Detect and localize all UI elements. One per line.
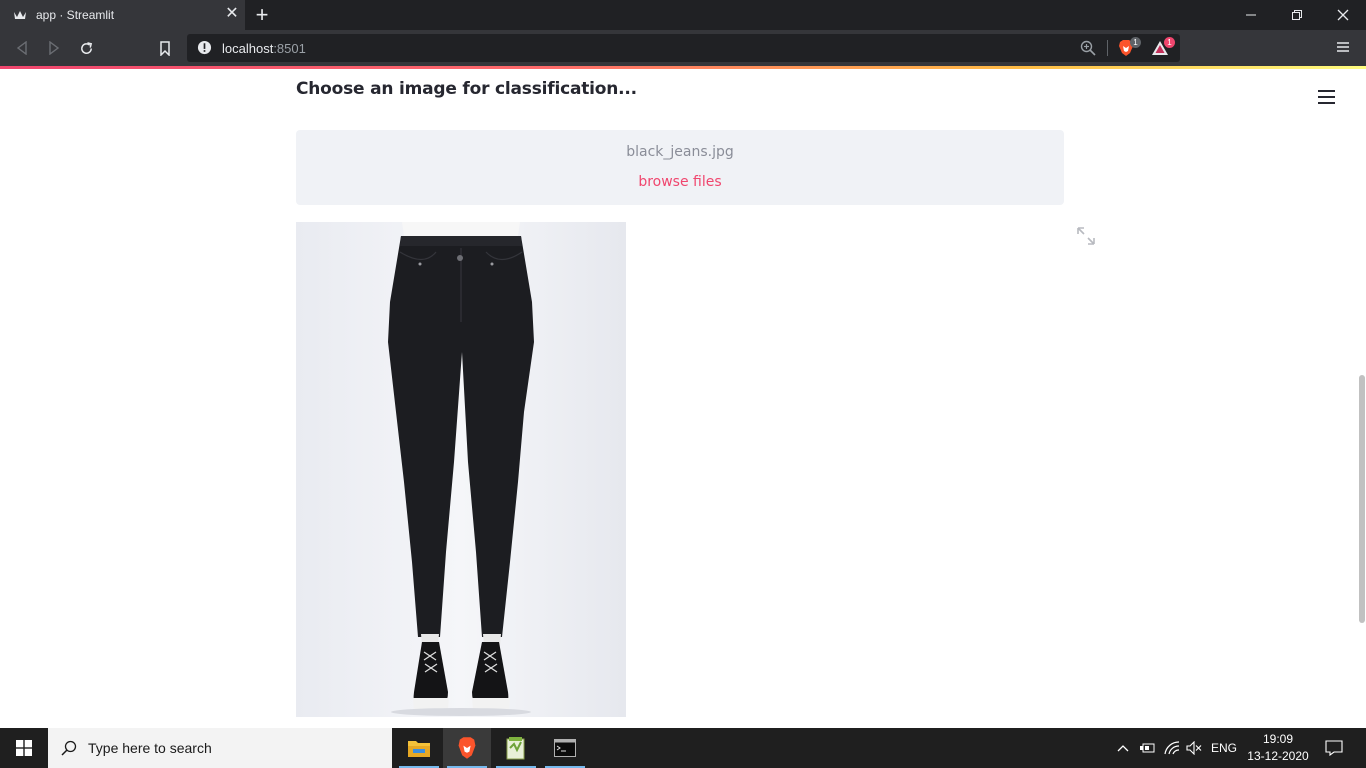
streamlit-crown-icon bbox=[14, 11, 26, 19]
page-scrollbar[interactable] bbox=[1359, 375, 1365, 623]
shields-count-badge: 1 bbox=[1130, 37, 1141, 48]
zoom-icon[interactable] bbox=[1080, 40, 1096, 56]
volume-muted-icon[interactable] bbox=[1184, 728, 1204, 768]
info-icon[interactable] bbox=[197, 40, 212, 55]
tab-title: app · Streamlit bbox=[36, 8, 115, 22]
wifi-icon[interactable] bbox=[1162, 728, 1182, 768]
file-uploader-dropzone[interactable]: black_jeans.jpg browse files bbox=[296, 130, 1064, 205]
command-prompt-icon[interactable] bbox=[541, 728, 589, 768]
clock-date: 13-12-2020 bbox=[1247, 749, 1309, 763]
address-bar[interactable] bbox=[187, 34, 1180, 62]
toolbar-divider bbox=[1107, 40, 1108, 56]
browser-menu-icon[interactable] bbox=[1336, 40, 1352, 56]
brave-shields-button[interactable]: 1 bbox=[1117, 37, 1145, 58]
windows-taskbar: Type here to search ENG 19:09 13-12-2020 bbox=[0, 728, 1366, 768]
rewards-count-badge: 1 bbox=[1164, 37, 1175, 48]
browse-files-link[interactable]: browse files bbox=[638, 174, 721, 190]
language-indicator[interactable]: ENG bbox=[1208, 728, 1240, 768]
url-text[interactable]: localhost:8501 bbox=[222, 41, 306, 56]
uploaded-image bbox=[296, 222, 626, 717]
browser-tab[interactable]: app · Streamlit ✕ bbox=[0, 0, 245, 30]
fullscreen-expand-icon[interactable] bbox=[1077, 227, 1095, 245]
minimize-icon[interactable] bbox=[1228, 0, 1274, 30]
forward-icon[interactable] bbox=[44, 38, 64, 58]
windows-start-icon[interactable] bbox=[0, 728, 48, 768]
notifications-icon[interactable] bbox=[1318, 728, 1350, 768]
uploaded-file-name: black_jeans.jpg bbox=[626, 144, 734, 160]
reload-icon[interactable] bbox=[76, 38, 96, 58]
bookmark-icon[interactable] bbox=[155, 38, 175, 58]
url-port: :8501 bbox=[273, 41, 306, 56]
close-window-icon[interactable] bbox=[1320, 0, 1366, 30]
tab-close-icon[interactable]: ✕ bbox=[224, 6, 240, 22]
url-host: localhost bbox=[222, 41, 274, 56]
search-icon bbox=[61, 740, 77, 756]
taskbar-search-box[interactable]: Type here to search bbox=[48, 728, 392, 768]
notepad-plus-plus-icon[interactable] bbox=[492, 728, 540, 768]
taskbar-clock[interactable]: 19:09 13-12-2020 bbox=[1246, 731, 1310, 765]
clock-time: 19:09 bbox=[1262, 732, 1294, 746]
page-title: Choose an image for classification... bbox=[296, 79, 637, 99]
show-hidden-icons-chevron-icon[interactable] bbox=[1113, 728, 1133, 768]
jeans-illustration bbox=[296, 222, 626, 717]
search-placeholder: Type here to search bbox=[88, 740, 212, 756]
restore-icon[interactable] bbox=[1274, 0, 1320, 30]
streamlit-page: Choose an image for classification... bl… bbox=[0, 69, 1366, 728]
brave-browser-taskbar-icon[interactable] bbox=[443, 728, 491, 768]
brave-rewards-button[interactable]: 1 bbox=[1151, 37, 1179, 58]
file-explorer-icon[interactable] bbox=[395, 728, 443, 768]
back-icon[interactable] bbox=[12, 38, 32, 58]
new-tab-icon[interactable]: + bbox=[252, 4, 272, 26]
battery-icon[interactable] bbox=[1137, 728, 1157, 768]
hamburger-menu-icon[interactable] bbox=[1318, 90, 1336, 106]
browser-tabstrip: app · Streamlit ✕ + bbox=[0, 0, 1366, 30]
